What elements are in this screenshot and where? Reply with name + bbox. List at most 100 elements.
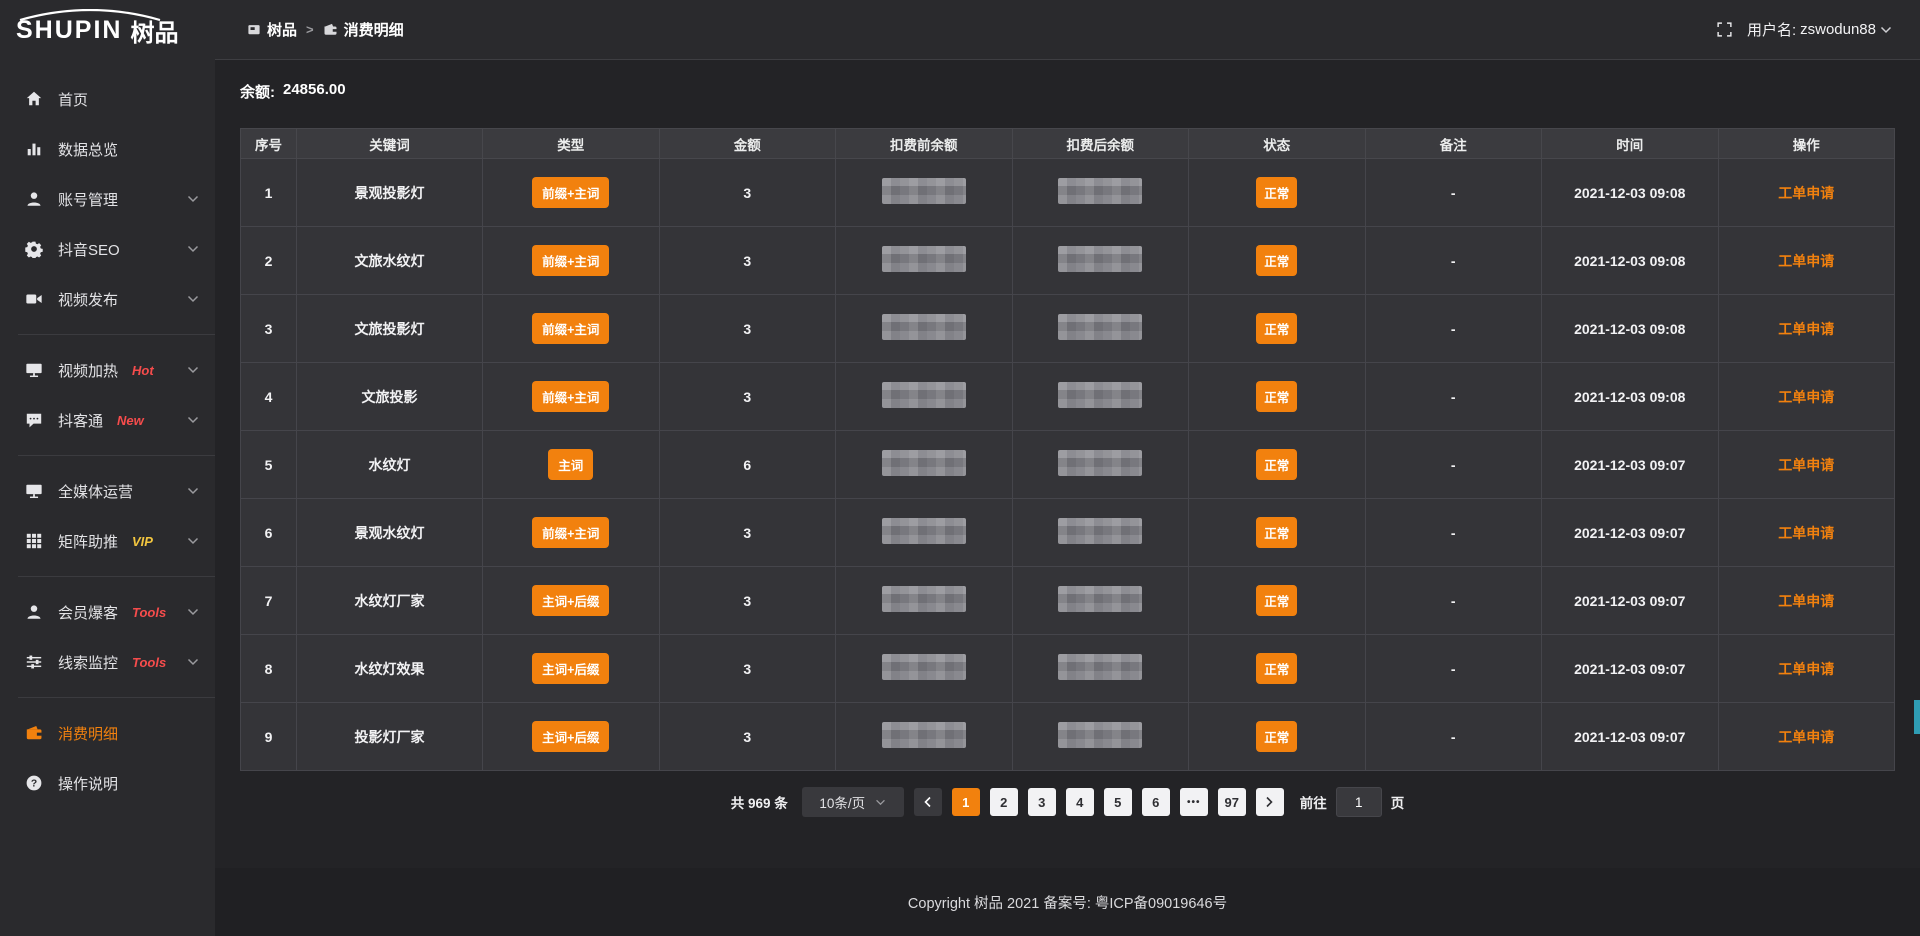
ticket-request-link[interactable]: 工单申请 xyxy=(1778,321,1834,337)
sidebar-item-chat[interactable]: 抖客通New xyxy=(0,395,215,445)
note-cell: - xyxy=(1365,363,1542,431)
status-badge: 正常 xyxy=(1256,585,1297,616)
page-button-6[interactable]: 6 xyxy=(1142,788,1170,816)
type-badge: 主词 xyxy=(548,449,593,480)
action-cell: 工单申请 xyxy=(1718,295,1895,363)
sidebar-item-video[interactable]: 视频发布 xyxy=(0,274,215,324)
page-ellipsis-button[interactable]: ••• xyxy=(1180,788,1208,816)
total-count: 共 969 条 xyxy=(731,792,788,812)
type-cell: 前缀+主词 xyxy=(483,159,660,227)
balance-after-cell xyxy=(1012,363,1189,431)
page-button-5[interactable]: 5 xyxy=(1104,788,1132,816)
column-header: 操作 xyxy=(1718,129,1895,159)
page-button-3[interactable]: 3 xyxy=(1028,788,1056,816)
chevron-left-icon xyxy=(923,796,932,808)
page-size-select[interactable]: 10条/页 xyxy=(802,787,904,817)
breadcrumb-home[interactable]: 树品 xyxy=(247,19,297,40)
censored-value xyxy=(882,246,966,272)
row-index: 1 xyxy=(241,159,297,227)
censored-value xyxy=(882,314,966,340)
ticket-request-link[interactable]: 工单申请 xyxy=(1778,593,1834,609)
ticket-request-link[interactable]: 工单申请 xyxy=(1778,389,1834,405)
scrollbar-thumb[interactable] xyxy=(1914,700,1920,734)
sidebar-item-label: 全媒体运营 xyxy=(58,481,133,502)
logo-arc xyxy=(16,9,164,21)
row-index: 4 xyxy=(241,363,297,431)
page-size-value: 10条/页 xyxy=(819,792,865,812)
ticket-request-link[interactable]: 工单申请 xyxy=(1778,185,1834,201)
action-cell: 工单申请 xyxy=(1718,159,1895,227)
page-button-2[interactable]: 2 xyxy=(990,788,1018,816)
sidebar-item-monitor[interactable]: 全媒体运营 xyxy=(0,466,215,516)
goto-unit: 页 xyxy=(1391,792,1405,812)
sidebar-item-label: 视频发布 xyxy=(58,289,118,310)
breadcrumb-label: 树品 xyxy=(267,19,297,40)
sidebar-item-gear[interactable]: 抖音SEO xyxy=(0,224,215,274)
sidebar-item-question[interactable]: ?操作说明 xyxy=(0,758,215,808)
amount-cell: 3 xyxy=(659,703,836,771)
table-row: 7水纹灯厂家主词+后缀3正常-2021-12-03 09:07工单申请 xyxy=(241,567,1895,635)
chevron-down-icon xyxy=(187,487,199,495)
sidebar-item-chart[interactable]: 数据总览 xyxy=(0,124,215,174)
ticket-request-link[interactable]: 工单申请 xyxy=(1778,525,1834,541)
sidebar-item-label: 消费明细 xyxy=(58,723,118,744)
column-header: 关键词 xyxy=(297,129,483,159)
page-button-97[interactable]: 97 xyxy=(1218,788,1246,816)
user-area: 用户名: zswodun88 xyxy=(1716,19,1892,40)
sidebar-item-label: 线索监控 xyxy=(58,652,118,673)
time-cell: 2021-12-03 09:08 xyxy=(1542,363,1719,431)
ticket-request-link[interactable]: 工单申请 xyxy=(1778,457,1834,473)
note-cell: - xyxy=(1365,703,1542,771)
row-index: 3 xyxy=(241,295,297,363)
grid-icon xyxy=(24,532,43,551)
status-badge: 正常 xyxy=(1256,653,1297,684)
chevron-down-icon xyxy=(187,245,199,253)
table-row: 6景观水纹灯前缀+主词3正常-2021-12-03 09:07工单申请 xyxy=(241,499,1895,567)
status-badge: 正常 xyxy=(1256,517,1297,548)
sidebar-item-badge: Hot xyxy=(132,363,154,378)
type-cell: 前缀+主词 xyxy=(483,295,660,363)
user-menu[interactable]: 用户名: zswodun88 xyxy=(1747,19,1892,40)
wallet-icon xyxy=(323,22,338,37)
sidebar-item-wallet[interactable]: 消费明细 xyxy=(0,708,215,758)
balance-after-cell xyxy=(1012,703,1189,771)
status-cell: 正常 xyxy=(1189,227,1366,295)
status-badge: 正常 xyxy=(1256,177,1297,208)
column-header: 扣费后余额 xyxy=(1012,129,1189,159)
sidebar-item-user[interactable]: 会员爆客Tools xyxy=(0,587,215,637)
keyword-cell: 投影灯厂家 xyxy=(297,703,483,771)
sidebar-item-label: 账号管理 xyxy=(58,189,118,210)
sidebar-item-user[interactable]: 账号管理 xyxy=(0,174,215,224)
action-cell: 工单申请 xyxy=(1718,703,1895,771)
user-icon xyxy=(24,190,43,209)
ticket-request-link[interactable]: 工单申请 xyxy=(1778,253,1834,269)
prev-page-button[interactable] xyxy=(914,788,942,816)
home-icon xyxy=(24,90,43,109)
ticket-request-link[interactable]: 工单申请 xyxy=(1778,661,1834,677)
goto-page-input[interactable] xyxy=(1336,787,1382,817)
balance-before-cell xyxy=(836,499,1013,567)
time-cell: 2021-12-03 09:07 xyxy=(1542,703,1719,771)
sidebar-item-grid[interactable]: 矩阵助推VIP xyxy=(0,516,215,566)
page-button-1[interactable]: 1 xyxy=(952,788,980,816)
sliders-icon xyxy=(24,653,43,672)
row-index: 9 xyxy=(241,703,297,771)
type-badge: 前缀+主词 xyxy=(532,313,609,344)
sidebar-item-monitor[interactable]: 视频加热Hot xyxy=(0,345,215,395)
sidebar-item-badge: New xyxy=(117,413,144,428)
page-button-4[interactable]: 4 xyxy=(1066,788,1094,816)
breadcrumb-current[interactable]: 消费明细 xyxy=(323,19,404,40)
sidebar-item-home[interactable]: 首页 xyxy=(0,74,215,124)
column-header: 状态 xyxy=(1189,129,1366,159)
brand-logo[interactable]: SHUPIN 树品 xyxy=(0,0,215,60)
time-cell: 2021-12-03 09:08 xyxy=(1542,159,1719,227)
sidebar-item-sliders[interactable]: 线索监控 Tools xyxy=(0,637,215,687)
status-badge: 正常 xyxy=(1256,449,1297,480)
type-cell: 前缀+主词 xyxy=(483,227,660,295)
fullscreen-icon[interactable] xyxy=(1716,21,1733,38)
sidebar-item-badge: Tools xyxy=(132,655,166,670)
next-page-button[interactable] xyxy=(1256,788,1284,816)
ticket-request-link[interactable]: 工单申请 xyxy=(1778,729,1834,745)
sidebar-menu: 首页数据总览账号管理抖音SEO 视频发布视频加热Hot抖客通New 全媒体运营矩阵助… xyxy=(0,60,215,808)
video-icon xyxy=(24,290,43,309)
